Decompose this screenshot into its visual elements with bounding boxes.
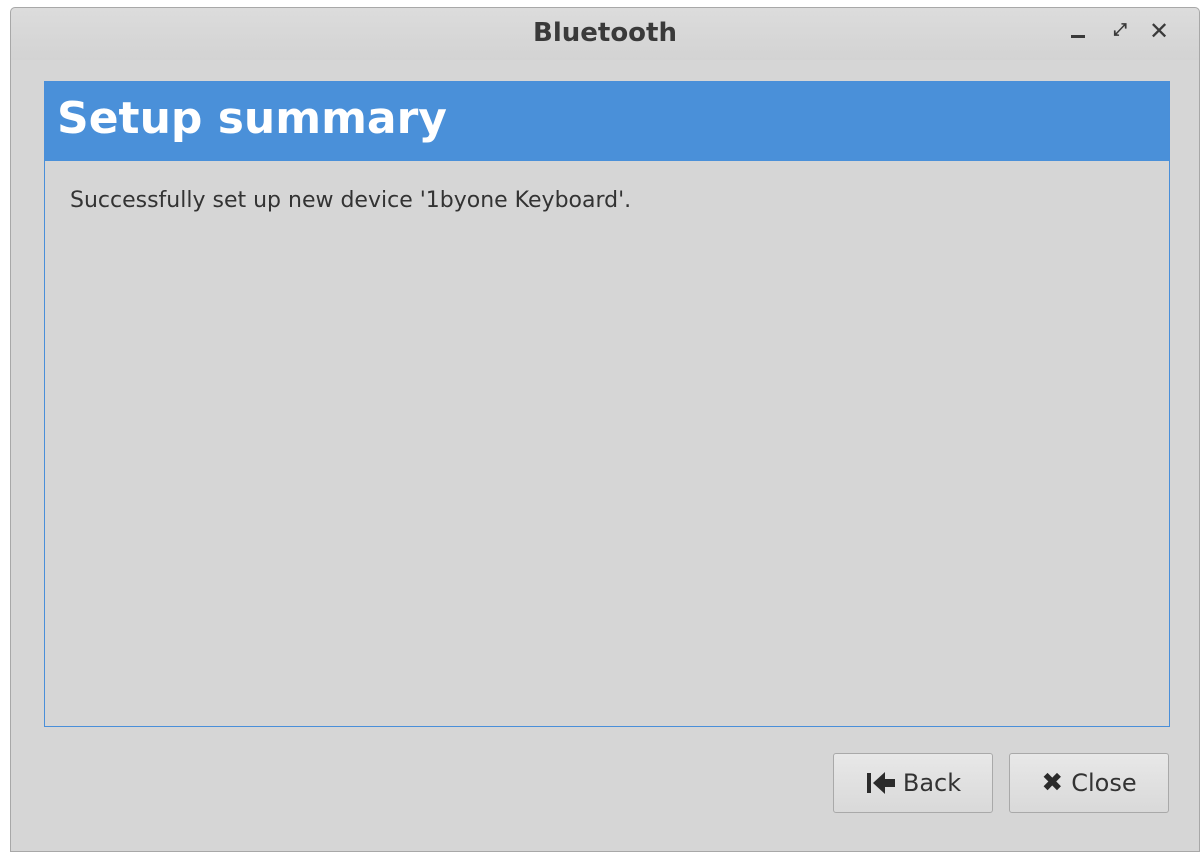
minimize-icon[interactable] [1068,22,1090,44]
back-arrow-icon [865,772,895,794]
close-button[interactable]: ✖ Close [1009,753,1169,813]
back-button-label: Back [902,769,962,797]
status-message: Successfully set up new device '1byone K… [70,188,632,213]
close-x-icon: ✖ [1041,768,1064,798]
window-title: Bluetooth [533,18,677,48]
close-button-label: Close [1071,769,1137,797]
maximize-icon[interactable]: ⤢ [1109,19,1131,41]
close-icon[interactable]: ✕ [1148,19,1170,43]
bluetooth-window: Bluetooth ⤢ ✕ Setup summary Successfully… [10,7,1200,852]
back-button[interactable]: Back [833,753,993,813]
page-title: Setup summary [57,93,447,144]
panel-header: Setup summary [45,82,1169,161]
setup-summary-panel: Setup summary Successfully set up new de… [44,81,1170,727]
title-bar[interactable]: Bluetooth ⤢ ✕ [11,8,1199,60]
